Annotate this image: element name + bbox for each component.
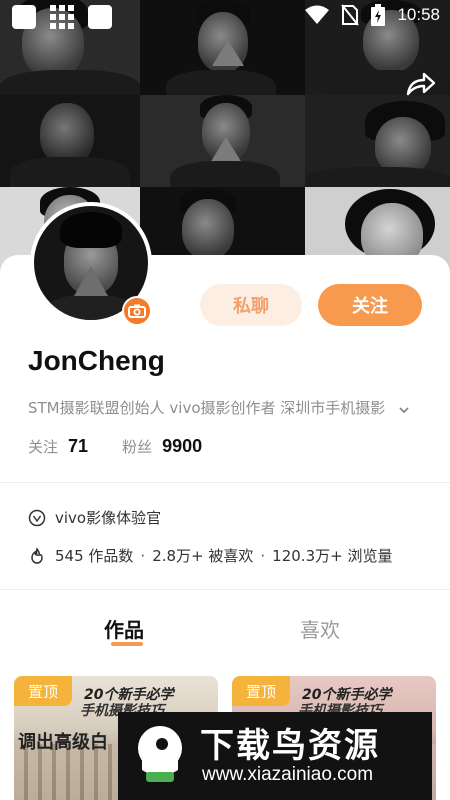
apps-grid-icon: [50, 5, 74, 29]
wifi-icon: [305, 5, 330, 24]
watermark-title: 下载鸟资源: [200, 726, 380, 766]
separator-dot: ·: [260, 546, 266, 565]
verification-text: vivo影像体验官: [55, 509, 162, 527]
works-count: 545 作品数: [55, 547, 134, 565]
private-message-button[interactable]: 私聊: [200, 284, 302, 326]
status-bar: 10:58: [0, 0, 450, 34]
camera-badge-icon: [122, 296, 152, 326]
following-label[interactable]: 关注: [28, 436, 58, 457]
tab-likes[interactable]: 喜欢: [300, 614, 340, 643]
work-subtitle: 调出高级白: [18, 732, 108, 753]
following-count[interactable]: 71: [68, 436, 88, 457]
follow-stats: 关注 71 粉丝 9900: [28, 436, 202, 457]
notification-icon: [12, 5, 36, 29]
verified-badge-icon: [28, 509, 46, 526]
watermark-url: www.xiazainiao.com: [202, 764, 374, 785]
clock: 10:58: [397, 5, 440, 24]
views-count: 120.3万+ 浏览量: [272, 547, 393, 565]
followers-label[interactable]: 粉丝: [122, 436, 152, 457]
divider: [0, 482, 450, 483]
bird-logo-icon: [138, 726, 182, 782]
expand-bio-chevron-icon[interactable]: [397, 403, 411, 417]
verification-row: vivo影像体验官: [28, 507, 161, 528]
divider: [0, 589, 450, 590]
no-sim-icon: [341, 4, 360, 26]
notification-icon: [88, 5, 112, 29]
battery-charging-icon: [371, 4, 386, 26]
likes-count: 2.8万+ 被喜欢: [152, 547, 254, 565]
separator-dot: ·: [140, 546, 146, 565]
tab-works[interactable]: 作品: [104, 614, 144, 643]
share-icon[interactable]: [404, 70, 436, 98]
followers-count[interactable]: 9900: [162, 436, 202, 457]
activity-stats-row: 545 作品数 · 2.8万+ 被喜欢 · 120.3万+ 浏览量: [28, 545, 392, 566]
pinned-badge: 置顶: [14, 676, 72, 706]
cover-photo: [140, 95, 305, 187]
flame-icon: [31, 546, 43, 564]
active-tab-indicator: [111, 642, 143, 646]
cover-photo: [305, 95, 450, 187]
follow-button[interactable]: 关注: [318, 284, 422, 326]
watermark-banner: 下载鸟资源 www.xiazainiao.com: [118, 712, 432, 800]
cover-photo: [0, 95, 140, 187]
pinned-badge: 置顶: [232, 676, 290, 706]
username: JonCheng: [28, 345, 165, 376]
bio-text: STM摄影联盟创始人 vivo摄影创作者 深圳市手机摄影: [28, 399, 386, 417]
